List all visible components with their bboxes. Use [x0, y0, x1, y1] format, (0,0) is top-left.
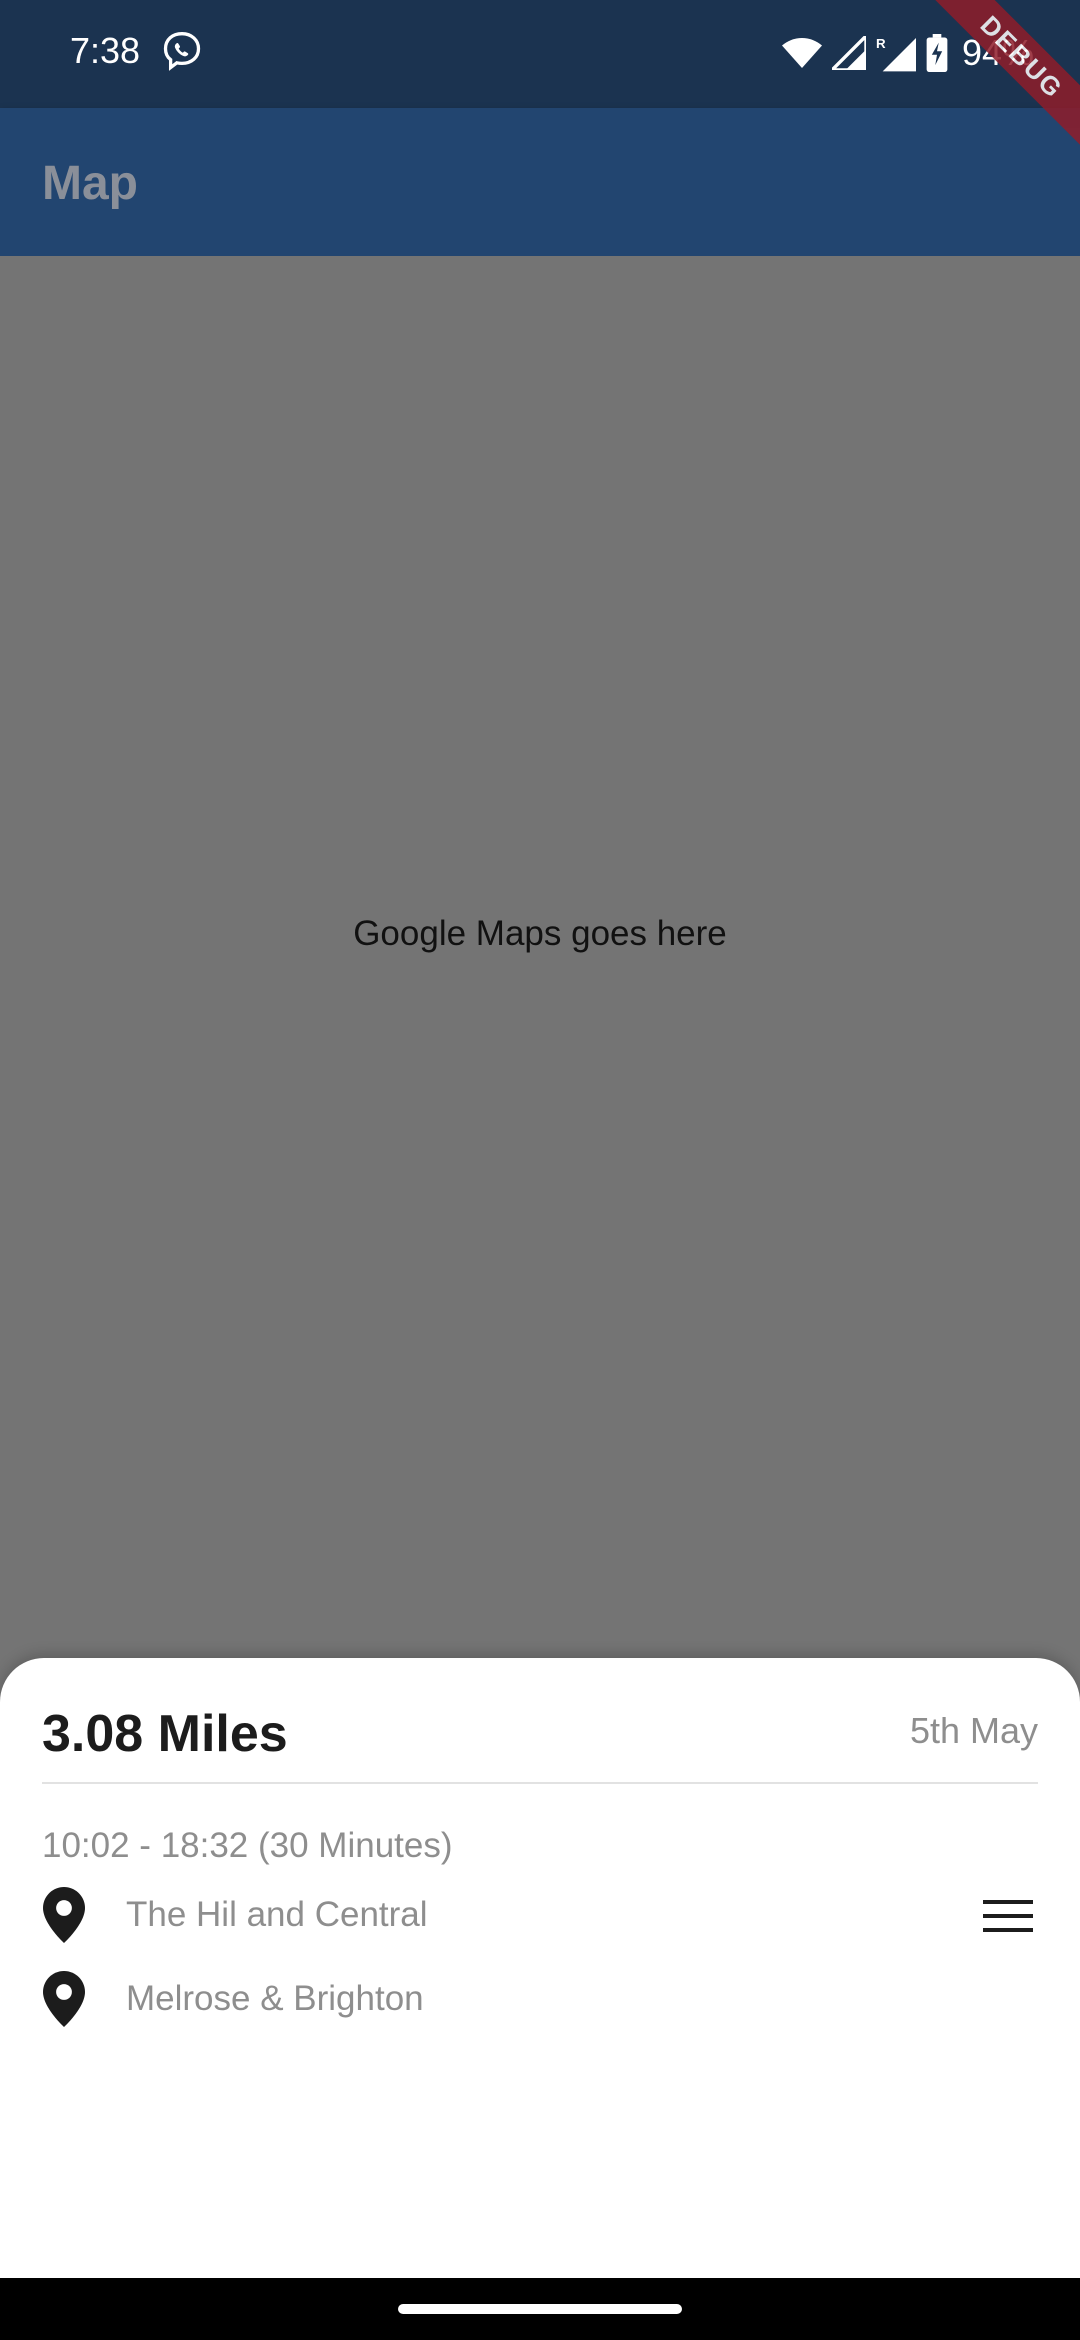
status-time: 7:38	[70, 30, 141, 71]
menu-icon[interactable]	[978, 1886, 1038, 1946]
app-bar: Map	[0, 108, 1080, 256]
roaming-signal-icon: R	[876, 34, 916, 72]
end-location-name: Melrose & Brighton	[126, 1979, 424, 2018]
map-placeholder-text: Google Maps goes here	[353, 914, 727, 953]
status-bar: 7:38 R 94% DEBUG	[0, 0, 1080, 157]
screen: 7:38 R 94% DEBUG Map Google	[0, 0, 1080, 2340]
home-indicator[interactable]	[398, 2304, 682, 2314]
trip-time-range: 10:02 - 18:32 (30 Minutes)	[42, 1826, 453, 1865]
location-pin-icon	[42, 1885, 102, 1945]
trip-distance: 3.08 Miles	[42, 1705, 288, 1763]
map-view[interactable]	[0, 256, 1080, 1656]
page-title: Map	[42, 157, 138, 210]
trip-date: 5th May	[909, 1710, 1038, 1751]
signal-icon	[831, 36, 866, 70]
end-location-row: Melrose & Brighton	[42, 1964, 1038, 2034]
divider	[42, 1782, 1038, 1784]
start-location-row: The Hil and Central	[42, 1880, 1038, 1950]
viber-icon	[160, 30, 204, 74]
battery-charging-icon	[926, 34, 948, 72]
start-location-name: The Hil and Central	[126, 1895, 428, 1934]
svg-text:R: R	[876, 36, 886, 51]
location-pin-icon	[42, 1969, 102, 2029]
navigation-bar	[0, 2278, 1080, 2340]
wifi-icon	[781, 36, 822, 70]
